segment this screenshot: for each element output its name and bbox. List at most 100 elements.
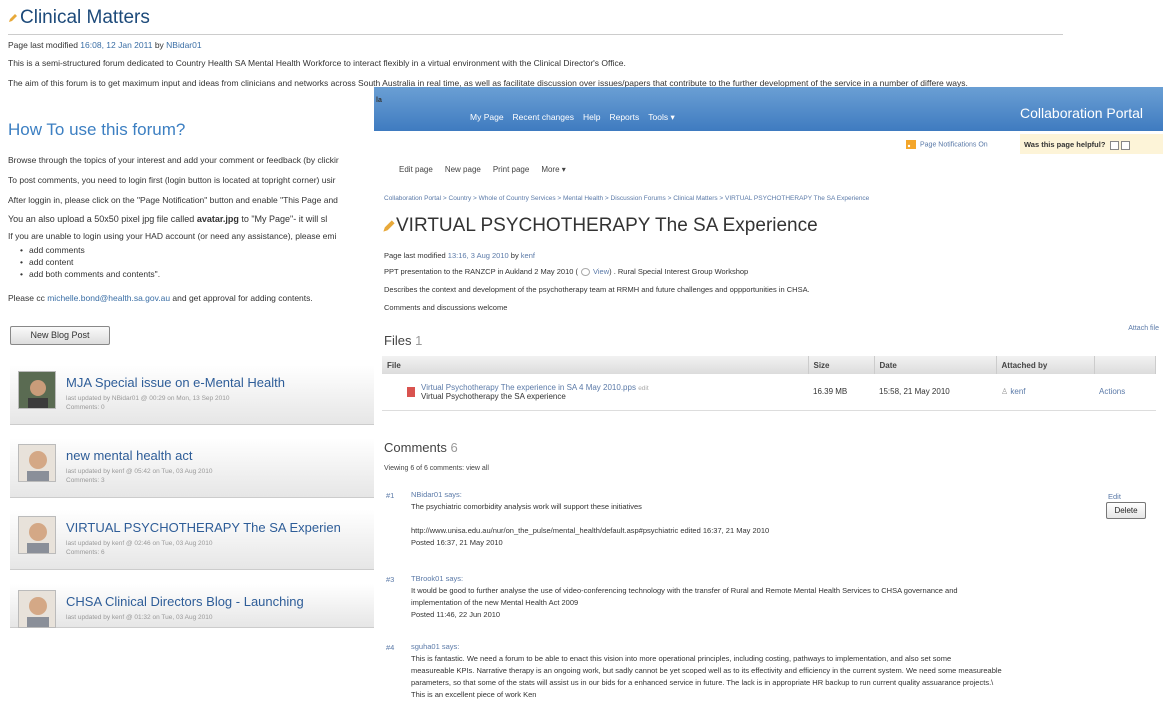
top-nav: My Page Recent changes Help Reports Tool… — [470, 112, 675, 123]
nav-my-page[interactable]: My Page — [470, 112, 504, 123]
file-edit-link[interactable]: edit — [638, 385, 648, 392]
page-actions: Edit page New page Print page More ▾ — [399, 165, 566, 174]
blog-post-meta: last updated by kenf @ 01:32 on Tue, 03 … — [66, 614, 213, 621]
nav-tools[interactable]: Tools ▾ — [648, 112, 674, 123]
comment-line — [411, 513, 769, 525]
page-modified-info: Page last modified 16:08, 12 Jan 2011 by… — [8, 40, 202, 50]
comment-number: #1 — [386, 491, 395, 500]
nav-help[interactable]: Help — [583, 112, 600, 123]
blog-post-title[interactable]: new mental health act — [66, 448, 192, 463]
new-page-link[interactable]: New page — [445, 165, 481, 174]
col-attached-by[interactable]: Attached by — [996, 356, 1095, 374]
blog-post-title[interactable]: VIRTUAL PSYCHOTHERAPY The SA Experien — [66, 520, 341, 535]
modified-date-link[interactable]: 13:16, 3 Aug 2010 — [448, 251, 509, 260]
comment-item: TBrook01 says: It would be good to furth… — [411, 574, 958, 619]
avatar — [18, 371, 56, 409]
col-actions — [1094, 356, 1156, 374]
files-table: File Size Date Attached by Virtual Psych… — [382, 356, 1156, 411]
pps-file-icon — [407, 386, 415, 397]
intro-paragraph: This is a semi-structured forum dedicate… — [8, 58, 626, 68]
file-date: 15:58, 21 May 2010 — [874, 374, 996, 411]
blog-post-item[interactable]: CHSA Clinical Directors Blog - Launching… — [10, 584, 374, 628]
blog-post-meta: last updated by NBidar01 @ 00:29 on Mon,… — [66, 395, 230, 402]
blog-post-title[interactable]: CHSA Clinical Directors Blog - Launching — [66, 594, 304, 609]
comment-author-link[interactable]: sguha01 — [411, 642, 440, 651]
comment-posted: Posted 16:37, 21 May 2010 — [411, 538, 503, 547]
avatar — [18, 444, 56, 482]
cc-line: Please cc michelle.bond@health.sa.gov.au… — [8, 293, 313, 303]
page-modified-info: Page last modified 13:16, 3 Aug 2010 by … — [384, 251, 535, 260]
file-actions-cell: Actions — [1094, 374, 1156, 411]
col-size[interactable]: Size — [808, 356, 875, 374]
comment-number: #3 — [386, 575, 395, 584]
blog-post-title[interactable]: MJA Special issue on e-Mental Health — [66, 375, 285, 390]
table-header-row: File Size Date Attached by — [382, 356, 1156, 374]
comment-line: parameters, so that some of the stats wi… — [411, 678, 994, 687]
edit-page-link[interactable]: Edit page — [399, 165, 433, 174]
edit-comment-link[interactable]: Edit — [1108, 492, 1121, 501]
howto-line-notification: After loggin in, please click on the "Pa… — [8, 195, 338, 205]
modified-user-link[interactable]: NBidar01 — [166, 40, 201, 50]
new-blog-post-button[interactable]: New Blog Post — [10, 326, 110, 345]
notification-bar: Page Notifications On Was this page help… — [374, 131, 1163, 157]
pencil-icon — [9, 13, 17, 22]
modified-date-link[interactable]: 16:08, 12 Jan 2011 — [80, 40, 152, 50]
attached-by-link[interactable]: kenf — [1010, 387, 1025, 396]
blog-post-comments: Comments: 6 — [66, 549, 105, 556]
files-heading: Files 1 — [384, 333, 423, 348]
comment-line: implementation of the new Mental Health … — [411, 598, 579, 607]
page-title: Clinical Matters — [8, 7, 150, 29]
blog-post-meta: last updated by kenf @ 05:42 on Tue, 03 … — [66, 468, 213, 475]
comment-item: NBidar01 says: The psychiatric comorbidi… — [411, 490, 770, 547]
table-row: Virtual Psychotherapy The experience in … — [382, 374, 1156, 411]
attach-file-link[interactable]: Attach file — [1128, 325, 1159, 332]
avatar — [18, 516, 56, 554]
howto-list: add comments add content add both commen… — [20, 244, 160, 280]
header-stub-text: la — [376, 97, 382, 104]
col-date[interactable]: Date — [874, 356, 997, 374]
more-menu[interactable]: More ▾ — [541, 165, 565, 174]
comment-author-link[interactable]: NBidar01 — [411, 490, 442, 499]
nav-recent-changes[interactable]: Recent changes — [513, 112, 574, 123]
howto-line-assistance: If you are unable to login using your HA… — [8, 231, 337, 241]
title-divider — [8, 34, 1063, 35]
blog-post-item[interactable]: VIRTUAL PSYCHOTHERAPY The SA Experien la… — [10, 510, 374, 570]
comment-item: sguha01 says: This is fantastic. We need… — [411, 642, 1002, 699]
list-item: add content — [20, 256, 160, 268]
page-helpful-widget: Was this page helpful? — [1020, 134, 1163, 154]
comments-heading: Comments 6 — [384, 440, 458, 455]
comment-line: This is fantastic. We need a forum to be… — [411, 654, 952, 663]
file-cell: Virtual Psychotherapy The experience in … — [382, 374, 808, 411]
modified-user-link[interactable]: kenf — [521, 251, 535, 260]
comments-viewing-info[interactable]: Viewing 6 of 6 comments: view all — [384, 465, 489, 472]
actions-menu[interactable]: Actions — [1099, 387, 1125, 396]
comment-line: measureable KPIs. Narrative therapy is a… — [411, 666, 1002, 675]
comment-line: http://www.unisa.edu.au/nur/on_the_pulse… — [411, 526, 770, 535]
comment-line: It would be good to further analyse the … — [411, 586, 958, 595]
print-page-link[interactable]: Print page — [493, 165, 529, 174]
file-name-link[interactable]: Virtual Psychotherapy The experience in … — [421, 383, 636, 392]
comment-line: This is an excellent piece of work Ken — [411, 690, 537, 699]
email-link[interactable]: michelle.bond@health.sa.gov.au — [47, 293, 170, 303]
blog-post-item[interactable]: MJA Special issue on e-Mental Health las… — [10, 365, 374, 425]
page-title: VIRTUAL PSYCHOTHERAPY The SA Experience — [382, 215, 818, 237]
blog-post-item[interactable]: new mental health act last updated by ke… — [10, 438, 374, 498]
view-link[interactable]: View — [593, 267, 609, 276]
breadcrumb[interactable]: Collaboration Portal > Country > Whole o… — [384, 195, 869, 202]
blog-post-comments: Comments: 3 — [66, 477, 105, 484]
pencil-icon — [383, 220, 395, 232]
page-notifications-button[interactable]: Page Notifications On — [906, 140, 988, 149]
thumbs-down-icon[interactable] — [1120, 140, 1130, 150]
file-size: 16.39 MB — [808, 374, 874, 411]
thumbs-up-icon[interactable] — [1109, 140, 1119, 150]
delete-comment-button[interactable]: Delete — [1106, 502, 1146, 519]
blog-post-comments: Comments: 0 — [66, 404, 105, 411]
nav-reports[interactable]: Reports — [609, 112, 639, 123]
col-file[interactable]: File — [382, 356, 809, 374]
file-preview-icon — [581, 268, 590, 277]
portal-header: la My Page Recent changes Help Reports T… — [374, 87, 1163, 131]
description-line-3: Comments and discussions welcome — [384, 303, 508, 312]
file-attached-by: ♙ kenf — [996, 374, 1094, 411]
file-description: Virtual Psychotherapy the SA experience — [421, 391, 566, 401]
comment-author-link[interactable]: TBrook01 — [411, 574, 444, 583]
